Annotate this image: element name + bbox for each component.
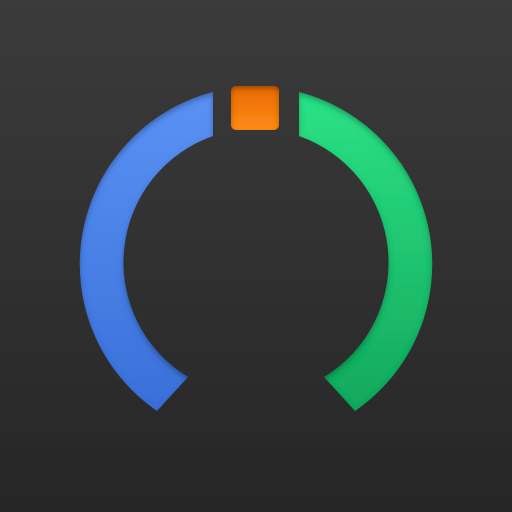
gauge-top-marker (231, 86, 279, 130)
gauge-icon (0, 0, 512, 512)
gauge-graphic (0, 0, 512, 512)
icon-background (0, 0, 512, 512)
